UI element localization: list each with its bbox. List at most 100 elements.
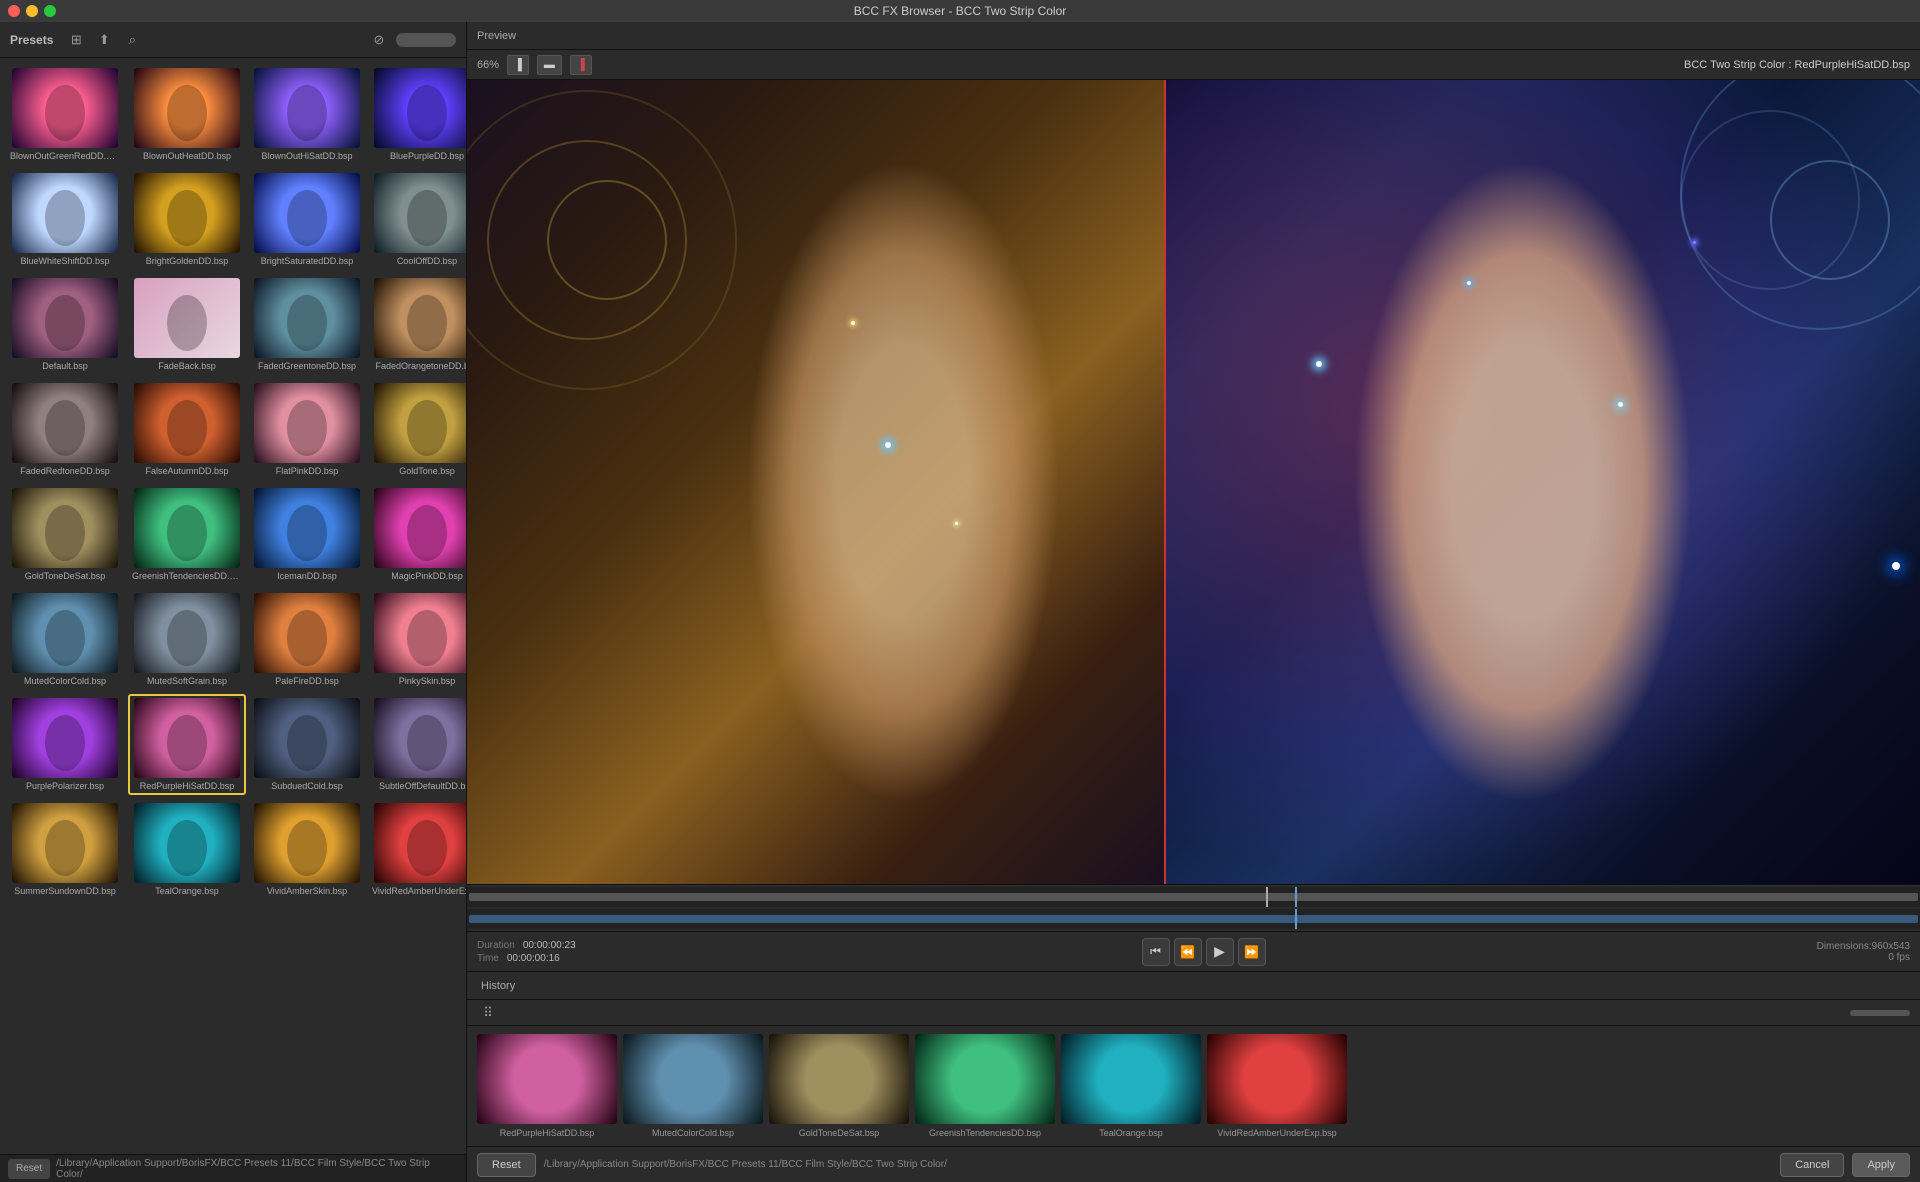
view-mode-right[interactable]: ▐ [570,55,592,75]
preset-label-iceman: IcemanDD.bsp [277,571,337,581]
preview-divider[interactable] [1164,80,1166,884]
preset-label-summer-sun: SummerSundownDD.bsp [14,886,116,896]
preset-item-iceman[interactable]: IcemanDD.bsp [250,484,364,585]
preset-thumb-faded-red [12,383,118,463]
preset-item-faded-orange[interactable]: FadedOrangetoneDD.bsp [368,274,466,375]
maximize-button[interactable] [44,5,56,17]
preset-item-pale-fire[interactable]: PaleFireDD.bsp [250,589,364,690]
preset-thumb-subtle-off [374,698,466,778]
history-item[interactable]: GreenishTendenciesDD.bsp [915,1034,1055,1138]
panel-header: Presets ⊞ ⬆ ⌕ ⊘ [0,22,466,58]
preset-item-purple-pol[interactable]: PurplePolarizer.bsp [6,694,124,795]
preset-label-blown-out-heat: BlownOutHeatDD.bsp [143,151,231,161]
preset-label-magic-pink: MagicPinkDD.bsp [391,571,463,581]
preset-label-vivid-red: VividRedAmberUnderExp.bsp [372,886,466,896]
view-mode-left[interactable]: ▐ [507,55,529,75]
preset-item-vivid-amber[interactable]: VividAmberSkin.bsp [250,799,364,900]
preset-item-fadeback[interactable]: FadeBack.bsp [128,274,246,375]
path-bar: Reset /Library/Application Support/Boris… [0,1154,466,1182]
preset-item-bright-golden[interactable]: BrightGoldenDD.bsp [128,169,246,270]
preset-item-false-autumn[interactable]: FalseAutumnDD.bsp [128,379,246,480]
preset-item-faded-green[interactable]: FadedGreentoneDD.bsp [250,274,364,375]
preset-label-default: Default.bsp [42,361,88,371]
timeline-track-bottom[interactable] [467,909,1920,929]
step-forward-button[interactable]: ⏩ [1238,938,1266,966]
preset-item-greenish[interactable]: GreenishTendenciesDD.bsp [128,484,246,585]
preset-item-teal-orange[interactable]: TealOrange.bsp [128,799,246,900]
search-icon[interactable]: ⌕ [121,29,143,51]
upload-icon[interactable]: ⬆ [93,29,115,51]
history-tab[interactable]: History [477,980,519,992]
step-back-button[interactable]: ⏪ [1174,938,1202,966]
preset-label-faded-red: FadedRedtoneDD.bsp [20,466,110,476]
minimize-button[interactable] [26,5,38,17]
reset-button[interactable]: Reset [477,1153,536,1177]
preset-thumb-faded-orange [374,278,466,358]
timeline-track-top[interactable] [467,887,1920,907]
history-item[interactable]: RedPurpleHiSatDD.bsp [477,1034,617,1138]
dimension-info: Dimensions:960x543 0 fps [1790,941,1910,963]
preset-label-muted-cold: MutedColorCold.bsp [24,676,106,686]
history-item[interactable]: GoldToneDeSat.bsp [769,1034,909,1138]
preset-thumb-faded-green [254,278,360,358]
preset-item-blue-white[interactable]: BlueWhiteShiftDD.bsp [6,169,124,270]
left-panel: Presets ⊞ ⬆ ⌕ ⊘ BlownOutGreenRedDD.bsp B… [0,22,467,1182]
preset-label-goldtone: GoldTone.bsp [399,466,455,476]
view-left-icon: ▐ [514,59,522,71]
duration-value: 00:00:00:23 [523,940,576,951]
go-start-button[interactable]: ⏮ [1142,938,1170,966]
preset-label-goldtone-desat: GoldToneDeSat.bsp [25,571,106,581]
preset-thumb-bright-golden [134,173,240,253]
history-item[interactable]: VividRedAmberUnderExp.bsp [1207,1034,1347,1138]
preset-item-magic-pink[interactable]: MagicPinkDD.bsp [368,484,466,585]
preset-label-blown-out-sat: BlownOutHiSatDD.bsp [261,151,352,161]
preset-thumb-muted-soft [134,593,240,673]
options-icon[interactable]: ⊘ [368,29,390,51]
history-item[interactable]: TealOrange.bsp [1061,1034,1201,1138]
preset-label-blue-white: BlueWhiteShiftDD.bsp [20,256,109,266]
close-button[interactable] [8,5,20,17]
timeline-scrubber-bottom [1295,909,1297,929]
history-thumb [477,1034,617,1124]
preset-label-teal-orange: TealOrange.bsp [155,886,219,896]
preset-item-subdued-cold[interactable]: SubduedCold.bsp [250,694,364,795]
history-thumb [623,1034,763,1124]
preset-item-flat-pink[interactable]: FlatPinkDD.bsp [250,379,364,480]
preset-thumb-blue-white [12,173,118,253]
apply-button[interactable]: Apply [1852,1153,1910,1177]
view-mode-center[interactable]: ▬ [537,55,562,75]
preset-item-blown-out-green[interactable]: BlownOutGreenRedDD.bsp [6,64,124,165]
size-slider[interactable] [396,33,456,47]
time-value: 00:00:00:16 [507,953,560,964]
history-size-slider[interactable] [1850,1010,1910,1016]
preset-item-pinky[interactable]: PinkySkin.bsp [368,589,466,690]
preset-item-muted-soft[interactable]: MutedSoftGrain.bsp [128,589,246,690]
history-options-icon[interactable]: ⠿ [477,1002,499,1024]
reset-button-left[interactable]: Reset [8,1159,50,1179]
preset-item-cool-off[interactable]: CoolOffDD.bsp [368,169,466,270]
preset-thumb-subdued-cold [254,698,360,778]
preset-item-vivid-red[interactable]: VividRedAmberUnderExp.bsp [368,799,466,900]
preset-item-bright-sat[interactable]: BrightSaturatedDD.bsp [250,169,364,270]
cancel-button[interactable]: Cancel [1780,1153,1844,1177]
grid-icon[interactable]: ⊞ [65,29,87,51]
preset-item-summer-sun[interactable]: SummerSundownDD.bsp [6,799,124,900]
preset-thumb-default [12,278,118,358]
preset-item-subtle-off[interactable]: SubtleOffDefaultDD.bsp [368,694,466,795]
preset-item-red-purple[interactable]: RedPurpleHiSatDD.bsp [128,694,246,795]
preset-item-faded-red[interactable]: FadedRedtoneDD.bsp [6,379,124,480]
preset-item-goldtone[interactable]: GoldTone.bsp [368,379,466,480]
dimensions-text: Dimensions:960x543 [1790,941,1910,952]
play-button[interactable]: ▶ [1206,938,1234,966]
preset-item-goldtone-desat[interactable]: GoldToneDeSat.bsp [6,484,124,585]
preset-item-blown-out-sat[interactable]: BlownOutHiSatDD.bsp [250,64,364,165]
preset-item-blue-purple[interactable]: BluePurpleDD.bsp [368,64,466,165]
preset-thumb-pale-fire [254,593,360,673]
history-item[interactable]: MutedColorCold.bsp [623,1034,763,1138]
history-grid: RedPurpleHiSatDD.bsp MutedColorCold.bsp … [467,1026,1920,1146]
preset-item-muted-cold[interactable]: MutedColorCold.bsp [6,589,124,690]
preset-label-pinky: PinkySkin.bsp [399,676,456,686]
window-controls[interactable] [8,5,56,17]
preset-item-default[interactable]: Default.bsp [6,274,124,375]
preset-item-blown-out-heat[interactable]: BlownOutHeatDD.bsp [128,64,246,165]
